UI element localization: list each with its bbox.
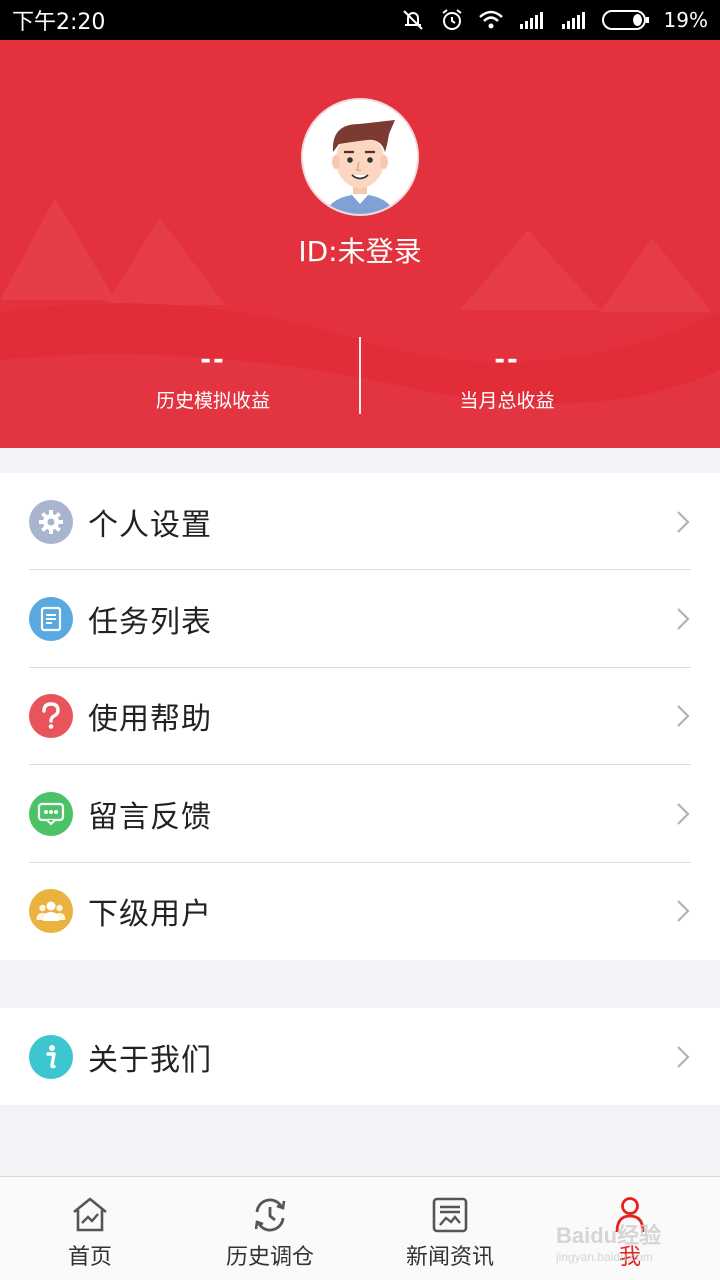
watermark-text: Baidu经验 xyxy=(556,1223,662,1248)
stat-history-simulated[interactable]: -- 历史模拟收益 xyxy=(63,340,363,413)
menu-item-label: 使用帮助 xyxy=(88,702,212,738)
chevron-right-icon xyxy=(677,803,690,825)
tab-news[interactable]: 新闻资讯 xyxy=(360,1177,540,1280)
menu-list: 个人设置 任务列表 使用帮助 留言反馈 下级用户 xyxy=(0,473,720,960)
menu-item-about-us[interactable]: 关于我们 xyxy=(0,1008,720,1105)
chat-bubble-icon xyxy=(29,791,73,836)
menu-item-label: 留言反馈 xyxy=(88,799,212,835)
menu-item-feedback[interactable]: 留言反馈 xyxy=(0,765,720,863)
gear-icon xyxy=(29,499,73,544)
tab-history[interactable]: 历史调仓 xyxy=(180,1177,360,1280)
user-id-label: ID:未登录 xyxy=(298,235,422,268)
status-time: 下午2:20 xyxy=(12,10,106,35)
status-icons: 19% xyxy=(400,7,708,33)
mute-icon xyxy=(402,10,423,30)
group-icon xyxy=(29,889,73,934)
battery-level: 19% xyxy=(663,8,708,32)
menu-item-help[interactable]: 使用帮助 xyxy=(0,668,720,766)
stat-label: 当月总收益 xyxy=(459,390,555,412)
menu-item-label: 任务列表 xyxy=(88,605,212,641)
chevron-right-icon xyxy=(677,705,690,728)
alarm-icon xyxy=(441,9,462,30)
watermark-subtext: jingyan.baidu.com xyxy=(556,1250,653,1264)
menu-item-sub-users[interactable]: 下级用户 xyxy=(0,863,720,960)
stat-label: 历史模拟收益 xyxy=(155,390,270,412)
question-icon xyxy=(29,694,73,739)
menu-item-label: 个人设置 xyxy=(88,507,212,543)
tab-label: 首页 xyxy=(67,1245,112,1270)
chevron-right-icon xyxy=(677,510,690,533)
stat-value: -- xyxy=(200,345,226,375)
menu-item-task-list[interactable]: 任务列表 xyxy=(0,570,720,668)
menu-item-label: 关于我们 xyxy=(88,1042,212,1078)
document-icon xyxy=(29,597,73,642)
wifi-icon xyxy=(478,10,503,29)
news-icon xyxy=(432,1195,468,1235)
tab-label: 历史调仓 xyxy=(225,1245,314,1270)
signal-icon xyxy=(519,12,543,29)
tab-home[interactable]: 首页 xyxy=(0,1177,180,1280)
chevron-right-icon xyxy=(677,608,690,630)
status-bar: 下午2:20 19% xyxy=(0,0,720,40)
profile-header: ID:未登录 -- 历史模拟收益 -- 当月总收益 xyxy=(0,40,720,448)
about-group: 关于我们 xyxy=(0,1008,720,1105)
menu-item-label: 下级用户 xyxy=(88,897,212,933)
info-icon xyxy=(29,1034,73,1079)
chevron-right-icon xyxy=(677,1045,690,1068)
stat-month-total[interactable]: -- 当月总收益 xyxy=(357,340,657,413)
battery-icon xyxy=(601,10,649,30)
avatar-cartoon-icon xyxy=(303,100,417,214)
menu-item-personal-settings[interactable]: 个人设置 xyxy=(0,473,720,571)
history-refresh-icon xyxy=(250,1195,290,1235)
stat-value: -- xyxy=(494,345,520,375)
avatar[interactable] xyxy=(301,98,419,216)
tab-label: 新闻资讯 xyxy=(405,1245,494,1270)
home-chart-icon xyxy=(71,1195,109,1235)
chevron-right-icon xyxy=(677,900,690,923)
signal-icon xyxy=(561,12,585,29)
